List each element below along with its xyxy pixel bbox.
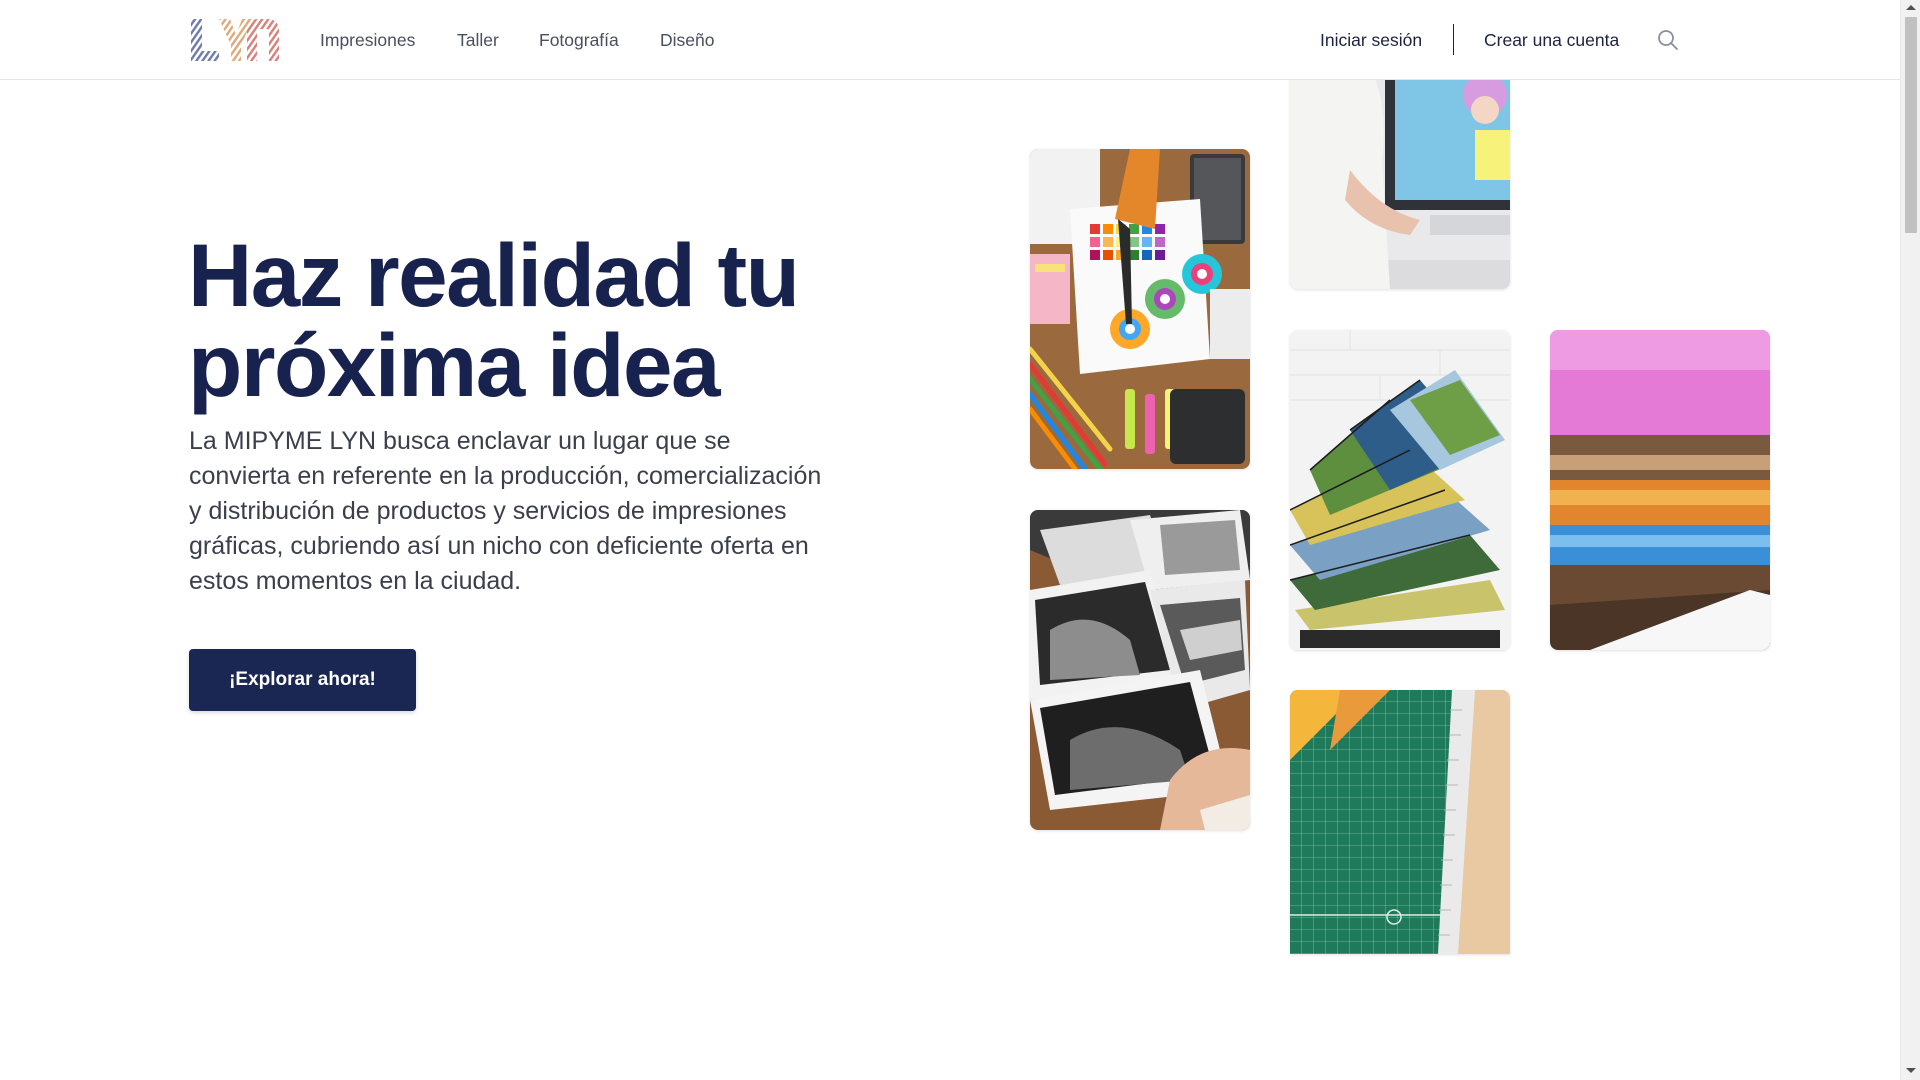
hero-title: Haz realidad tu próxima idea <box>188 225 800 415</box>
nav-taller[interactable]: Taller <box>457 30 499 51</box>
search-icon[interactable] <box>1656 28 1680 52</box>
site-header: Impresiones Taller Fotografía Diseño Ini… <box>0 0 1900 80</box>
nav-fotografia[interactable]: Fotografía <box>539 30 619 51</box>
black-white-prints-photo <box>1030 510 1250 830</box>
scroll-thumb[interactable] <box>1905 17 1917 233</box>
canvas-prints-stack-photo <box>1550 330 1770 650</box>
nav-impresiones[interactable]: Impresiones <box>320 30 415 51</box>
scroll-up-arrow-icon[interactable] <box>1906 5 1916 10</box>
explore-button[interactable]: ¡Explorar ahora! <box>189 649 416 711</box>
photo-books-stack-photo <box>1290 330 1510 650</box>
login-link[interactable]: Iniciar sesión <box>1320 30 1422 51</box>
color-swatches-desk-photo <box>1030 149 1250 469</box>
lyn-logo[interactable] <box>189 17 281 63</box>
nav-diseno[interactable]: Diseño <box>660 30 714 51</box>
scroll-down-arrow-icon[interactable] <box>1906 1068 1916 1073</box>
designer-at-monitor-photo <box>1290 50 1510 289</box>
hero-description: La MIPYME LYN busca enclavar un lugar qu… <box>189 427 822 595</box>
page-scrollbar[interactable] <box>1900 0 1920 1080</box>
auth-divider <box>1453 24 1454 55</box>
signup-link[interactable]: Crear una cuenta <box>1484 30 1619 51</box>
cutting-mat-ruler-photo <box>1290 690 1510 954</box>
